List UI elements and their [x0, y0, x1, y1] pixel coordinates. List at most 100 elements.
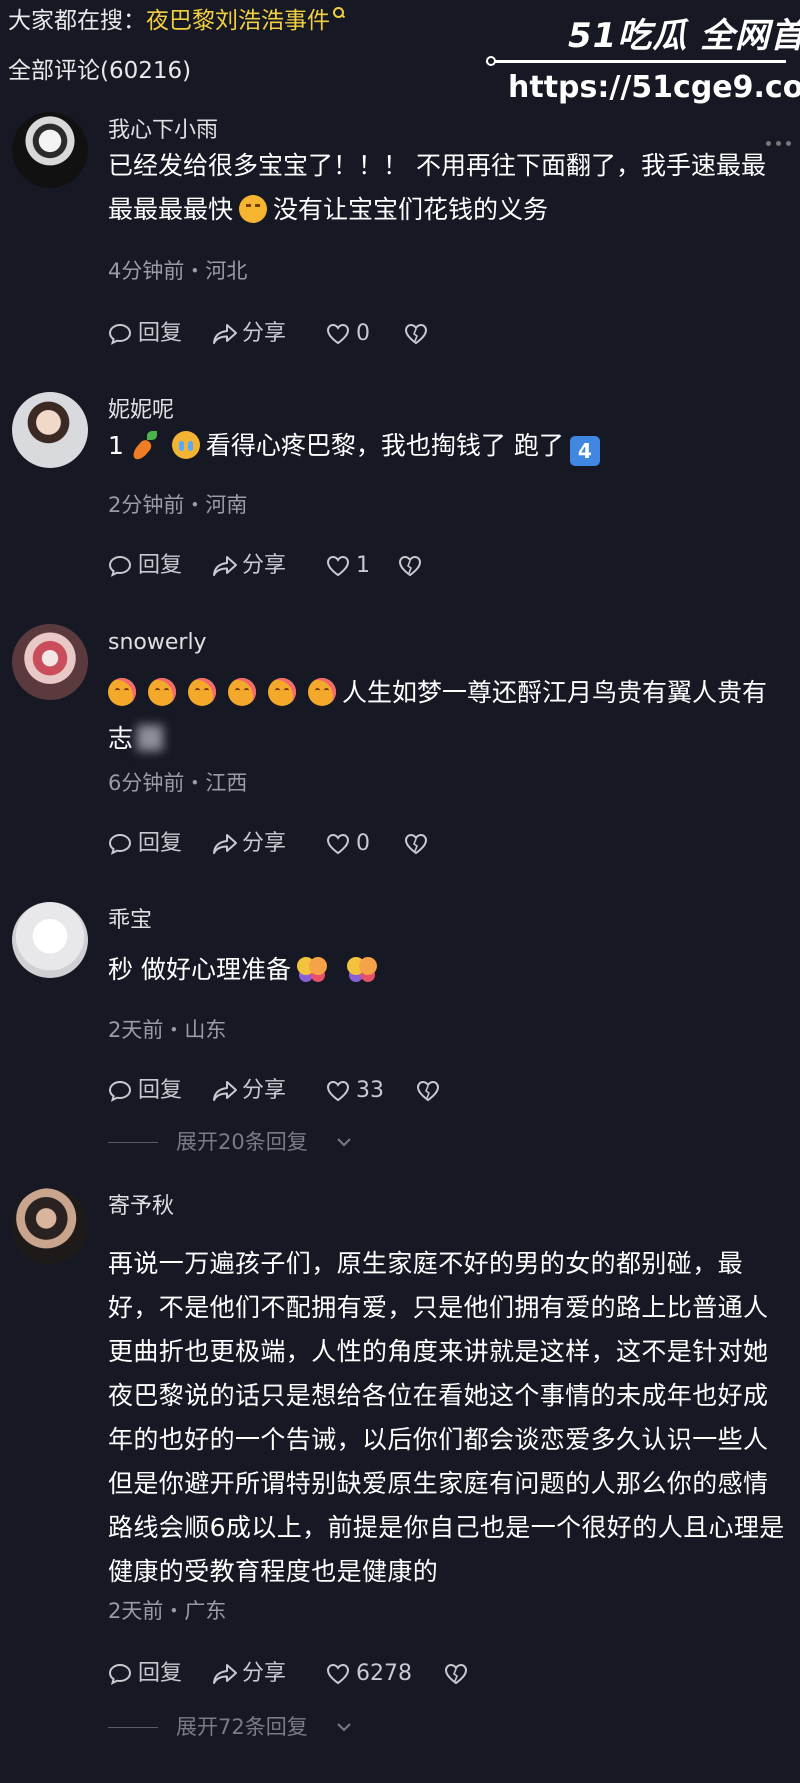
- share-label: 分享: [242, 321, 287, 346]
- share-button[interactable]: 分享: [212, 550, 292, 582]
- like-button[interactable]: 33: [326, 1075, 406, 1107]
- grinning-face-emoji: [239, 195, 268, 223]
- comment-username[interactable]: 我心下小雨: [108, 116, 218, 146]
- share-label: 分享: [242, 1661, 287, 1686]
- crying-face-emoji: [171, 431, 200, 459]
- like-button[interactable]: 0: [326, 318, 406, 350]
- share-icon: [213, 1081, 237, 1101]
- share-button[interactable]: 分享: [212, 828, 292, 860]
- comment-item: 我心下小雨 已经发给很多宝宝了！！！ 不用再往下面翻了，我手速最最最最最最快 没有…: [0, 108, 800, 348]
- reply-icon: [108, 1080, 132, 1102]
- relieved-face-emoji: [308, 678, 336, 706]
- reply-button[interactable]: 回复: [108, 828, 188, 860]
- people-hugging-emoji: [296, 955, 327, 983]
- comment-meta: 4分钟前・河北: [108, 259, 248, 283]
- comment-text-part: 秒 做好心理准备: [108, 955, 291, 984]
- like-count: 6278: [356, 1661, 412, 1686]
- broken-heart-icon: [398, 555, 422, 577]
- expand-replies-label: 展开20条回复: [176, 1130, 308, 1154]
- like-count: 1: [356, 553, 370, 578]
- avatar[interactable]: [12, 902, 88, 978]
- dislike-button[interactable]: [444, 1658, 474, 1690]
- reply-button[interactable]: 回复: [108, 550, 188, 582]
- comment-text: 秒 做好心理准备: [108, 948, 788, 992]
- share-icon: [213, 324, 237, 344]
- share-button[interactable]: 分享: [212, 1658, 292, 1690]
- comment-item: 乖宝 秒 做好心理准备 2天前・山东 回复 分享 33 展开20条回复: [0, 900, 800, 1154]
- dislike-button[interactable]: [404, 318, 434, 350]
- comment-actions: 回复 分享 0: [108, 318, 788, 350]
- reply-label: 回复: [138, 1078, 183, 1103]
- reply-button[interactable]: 回复: [108, 318, 188, 350]
- expand-replies-label: 展开72条回复: [176, 1715, 308, 1739]
- comment-item: 寄予秋 再说一万遍孩子们，原生家庭不好的男的女的都别碰，最好，不是他们不配拥有爱…: [0, 1186, 800, 1783]
- like-button[interactable]: 1: [326, 550, 406, 582]
- comment-actions: 回复 分享 33: [108, 1075, 788, 1107]
- share-icon: [213, 1664, 237, 1684]
- relieved-face-emoji: [148, 678, 176, 706]
- comment-actions: 回复 分享 0: [108, 828, 788, 860]
- share-icon: [213, 834, 237, 854]
- comment-username[interactable]: 乖宝: [108, 906, 152, 936]
- broken-heart-icon: [416, 1080, 440, 1102]
- reply-button[interactable]: 回复: [108, 1658, 188, 1690]
- avatar[interactable]: [12, 392, 88, 468]
- relieved-face-emoji: [228, 678, 256, 706]
- keycap-emoji: 4: [569, 436, 600, 466]
- search-hint-term[interactable]: 夜巴黎刘浩浩事件: [146, 8, 330, 34]
- watermark-divider: [486, 60, 786, 63]
- search-hint-prefix: 大家都在搜：: [8, 8, 146, 34]
- comment-meta: 2天前・广东: [108, 1599, 227, 1623]
- blurred-text: [137, 725, 164, 751]
- relieved-face-emoji: [268, 678, 296, 706]
- dislike-button[interactable]: [398, 550, 428, 582]
- comment-item: 妮妮呢 1 看得心疼巴黎，我也掏钱了 跑了 4 2分钟前・河南 回复 分享 1: [0, 388, 800, 588]
- comment-username[interactable]: 妮妮呢: [108, 396, 174, 426]
- heart-icon: [326, 833, 350, 855]
- share-label: 分享: [242, 553, 287, 578]
- share-button[interactable]: 分享: [212, 1075, 292, 1107]
- expand-divider: [108, 1142, 158, 1143]
- people-hugging-emoji: [346, 955, 377, 983]
- comment-text: 1 看得心疼巴黎，我也掏钱了 跑了 4: [108, 424, 788, 468]
- broken-heart-icon: [444, 1663, 468, 1685]
- reply-icon: [108, 323, 132, 345]
- comment-meta: 2分钟前・河南: [108, 493, 248, 517]
- relieved-face-emoji: [108, 678, 136, 706]
- comment-meta: 2天前・山东: [108, 1018, 227, 1042]
- like-count: 33: [356, 1078, 384, 1103]
- heart-icon: [326, 323, 350, 345]
- trending-search-hint[interactable]: 大家都在搜：夜巴黎刘浩浩事件: [8, 6, 345, 36]
- broken-heart-icon: [404, 833, 428, 855]
- comment-text: 再说一万遍孩子们，原生家庭不好的男的女的都别碰，最好，不是他们不配拥有爱，只是他…: [108, 1249, 785, 1586]
- reply-button[interactable]: 回复: [108, 1075, 188, 1107]
- reply-label: 回复: [138, 1661, 183, 1686]
- comment-username[interactable]: 寄予秋: [108, 1192, 174, 1222]
- share-button[interactable]: 分享: [212, 318, 292, 350]
- avatar[interactable]: [12, 624, 88, 700]
- comment-text-part: 看得心疼巴黎，我也掏钱了 跑了: [205, 431, 564, 460]
- expand-divider: [108, 1727, 158, 1728]
- comment-meta: 6分钟前・江西: [108, 771, 248, 795]
- like-count: 0: [356, 831, 370, 856]
- like-button[interactable]: 0: [326, 828, 406, 860]
- dislike-button[interactable]: [416, 1075, 446, 1107]
- share-label: 分享: [242, 1078, 287, 1103]
- reply-icon: [108, 555, 132, 577]
- broken-heart-icon: [404, 323, 428, 345]
- comment-text-part: 没有让宝宝们花钱的义务: [273, 195, 549, 224]
- watermark: 51吃瓜 全网首发 https://51cge9.com: [486, 8, 800, 112]
- watermark-url: https://51cge9.com: [508, 70, 800, 105]
- comment-text: 已经发给很多宝宝了！！！ 不用再往下面翻了，我手速最最最最最最快 没有让宝宝们花钱…: [108, 144, 788, 232]
- reply-label: 回复: [138, 831, 183, 856]
- reply-icon: [108, 833, 132, 855]
- dislike-button[interactable]: [404, 828, 434, 860]
- comment-username[interactable]: snowerly: [108, 628, 207, 658]
- avatar[interactable]: [12, 1188, 88, 1264]
- avatar[interactable]: [12, 112, 88, 188]
- watermark-logo: 51吃瓜 全网首发: [568, 16, 800, 56]
- search-icon[interactable]: [333, 7, 345, 19]
- like-button[interactable]: 6278: [326, 1658, 416, 1690]
- like-count: 0: [356, 321, 370, 346]
- heart-icon: [326, 1663, 350, 1685]
